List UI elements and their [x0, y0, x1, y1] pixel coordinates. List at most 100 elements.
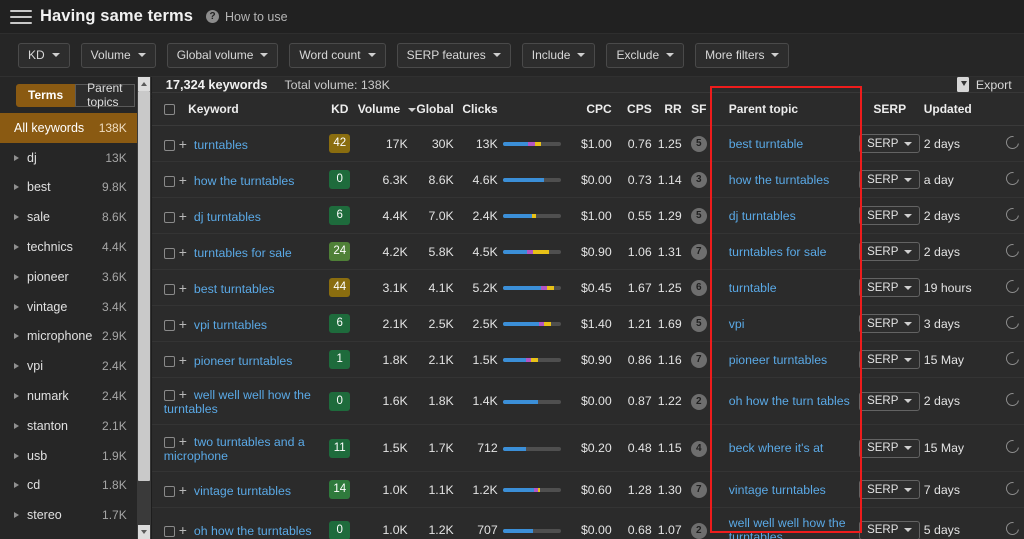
sidebar-item-stereo[interactable]: stereo1.7K: [0, 500, 137, 530]
keyword-link[interactable]: pioneer turntables: [194, 354, 292, 368]
cell-keyword[interactable]: +dj turntables: [152, 198, 322, 234]
keyword-link[interactable]: oh how the turntables: [194, 524, 312, 538]
keyword-link[interactable]: how the turntables: [194, 174, 295, 188]
cell-refresh[interactable]: [1000, 342, 1024, 378]
parent-topic-link[interactable]: best turntable: [729, 137, 804, 151]
refresh-icon[interactable]: [1004, 519, 1022, 537]
expand-arrow-icon[interactable]: [14, 482, 19, 488]
cell-serp[interactable]: SERP: [856, 425, 924, 472]
sidebar-item-microphone[interactable]: microphone2.9K: [0, 322, 137, 352]
serp-button[interactable]: SERP: [859, 480, 920, 499]
serp-button[interactable]: SERP: [859, 134, 920, 153]
cell-parent-topic[interactable]: vintage turntables: [716, 472, 856, 508]
cell-keyword[interactable]: +best turntables: [152, 270, 322, 306]
table-row[interactable]: +pioneer turntables11.8K2.1K1.5K$0.900.8…: [152, 342, 1024, 378]
parent-topic-link[interactable]: pioneer turntables: [729, 353, 827, 367]
parent-topic-link[interactable]: oh how the turn tables: [729, 394, 850, 408]
add-keyword-icon[interactable]: +: [175, 433, 194, 449]
table-row[interactable]: +how the turntables06.3K8.6K4.6K$0.000.7…: [152, 162, 1024, 198]
parent-topic-link[interactable]: vpi: [729, 317, 745, 331]
refresh-icon[interactable]: [1004, 390, 1022, 408]
keyword-link[interactable]: turntables: [194, 138, 248, 152]
cell-serp[interactable]: SERP: [856, 270, 924, 306]
cell-parent-topic[interactable]: best turntable: [716, 126, 856, 162]
filter-global-volume[interactable]: Global volume: [167, 43, 279, 68]
table-row[interactable]: +turntables4217K30K13K$1.000.761.255best…: [152, 126, 1024, 162]
cell-refresh[interactable]: [1000, 270, 1024, 306]
table-row[interactable]: +well well well how the turntables01.6K1…: [152, 378, 1024, 425]
cell-refresh[interactable]: [1000, 378, 1024, 425]
col-updated[interactable]: Updated: [924, 93, 1000, 126]
sidebar-item-vpi[interactable]: vpi2.4K: [0, 351, 137, 381]
table-row[interactable]: +best turntables443.1K4.1K5.2K$0.451.671…: [152, 270, 1024, 306]
parent-topic-link[interactable]: vintage turntables: [729, 483, 826, 497]
cell-serp[interactable]: SERP: [856, 378, 924, 425]
keyword-link[interactable]: dj turntables: [194, 210, 261, 224]
cell-refresh[interactable]: [1000, 306, 1024, 342]
keyword-link[interactable]: vintage turntables: [194, 484, 291, 498]
add-keyword-icon[interactable]: +: [175, 208, 194, 224]
cell-keyword[interactable]: +oh how the turntables: [152, 508, 322, 539]
cell-refresh[interactable]: [1000, 508, 1024, 539]
scroll-down-arrow-icon[interactable]: [138, 525, 150, 539]
keyword-link[interactable]: best turntables: [194, 282, 275, 296]
cell-refresh[interactable]: [1000, 472, 1024, 508]
row-checkbox[interactable]: [164, 212, 175, 223]
expand-arrow-icon[interactable]: [14, 214, 19, 220]
sidebar-item-technics[interactable]: technics4.4K: [0, 232, 137, 262]
col-cps[interactable]: CPS: [612, 93, 652, 126]
sidebar-item-usb[interactable]: usb1.9K: [0, 441, 137, 471]
cell-parent-topic[interactable]: turntables for sale: [716, 234, 856, 270]
cell-serp[interactable]: SERP: [856, 126, 924, 162]
serp-button[interactable]: SERP: [859, 350, 920, 369]
how-to-use-link[interactable]: ? How to use: [206, 10, 288, 24]
filter-serp-features[interactable]: SERP features: [397, 43, 511, 68]
filter-exclude[interactable]: Exclude: [606, 43, 684, 68]
row-checkbox[interactable]: [164, 320, 175, 331]
cell-keyword[interactable]: +vintage turntables: [152, 472, 322, 508]
expand-arrow-icon[interactable]: [14, 304, 19, 310]
filter-kd[interactable]: KD: [18, 43, 70, 68]
refresh-icon[interactable]: [1004, 241, 1022, 259]
serp-button[interactable]: SERP: [859, 314, 920, 333]
keyword-link[interactable]: vpi turntables: [194, 318, 267, 332]
cell-refresh[interactable]: [1000, 198, 1024, 234]
cell-parent-topic[interactable]: beck where it's at: [716, 425, 856, 472]
filter-include[interactable]: Include: [522, 43, 596, 68]
cell-serp[interactable]: SERP: [856, 306, 924, 342]
cell-refresh[interactable]: [1000, 162, 1024, 198]
sidebar-item-vintage[interactable]: vintage3.4K: [0, 292, 137, 322]
refresh-icon[interactable]: [1004, 479, 1022, 497]
cell-serp[interactable]: SERP: [856, 472, 924, 508]
table-row[interactable]: +oh how the turntables01.0K1.2K707$0.000…: [152, 508, 1024, 539]
serp-button[interactable]: SERP: [859, 278, 920, 297]
scroll-up-arrow-icon[interactable]: [138, 77, 150, 91]
expand-arrow-icon[interactable]: [14, 155, 19, 161]
sidebar-item-numark[interactable]: numark2.4K: [0, 381, 137, 411]
expand-arrow-icon[interactable]: [14, 333, 19, 339]
cell-parent-topic[interactable]: how the turntables: [716, 162, 856, 198]
export-button[interactable]: Export: [957, 77, 1012, 92]
cell-serp[interactable]: SERP: [856, 508, 924, 539]
row-checkbox[interactable]: [164, 176, 175, 187]
table-row[interactable]: +vintage turntables141.0K1.1K1.2K$0.601.…: [152, 472, 1024, 508]
cell-keyword[interactable]: +how the turntables: [152, 162, 322, 198]
cell-keyword[interactable]: +turntables for sale: [152, 234, 322, 270]
row-checkbox[interactable]: [164, 284, 175, 295]
expand-arrow-icon[interactable]: [14, 423, 19, 429]
table-row[interactable]: +two turntables and a microphone111.5K1.…: [152, 425, 1024, 472]
sidebar-item-best[interactable]: best9.8K: [0, 173, 137, 203]
expand-arrow-icon[interactable]: [14, 274, 19, 280]
hamburger-menu-icon[interactable]: [10, 6, 32, 28]
serp-button[interactable]: SERP: [859, 392, 920, 411]
add-keyword-icon[interactable]: +: [175, 136, 194, 152]
expand-arrow-icon[interactable]: [14, 512, 19, 518]
add-keyword-icon[interactable]: +: [175, 522, 194, 538]
col-clicks[interactable]: Clicks: [454, 93, 498, 126]
add-keyword-icon[interactable]: +: [175, 244, 194, 260]
add-keyword-icon[interactable]: +: [175, 316, 194, 332]
cell-keyword[interactable]: +well well well how the turntables: [152, 378, 322, 425]
row-checkbox[interactable]: [164, 356, 175, 367]
sidebar-item-stanton[interactable]: stanton2.1K: [0, 411, 137, 441]
cell-parent-topic[interactable]: turntable: [716, 270, 856, 306]
